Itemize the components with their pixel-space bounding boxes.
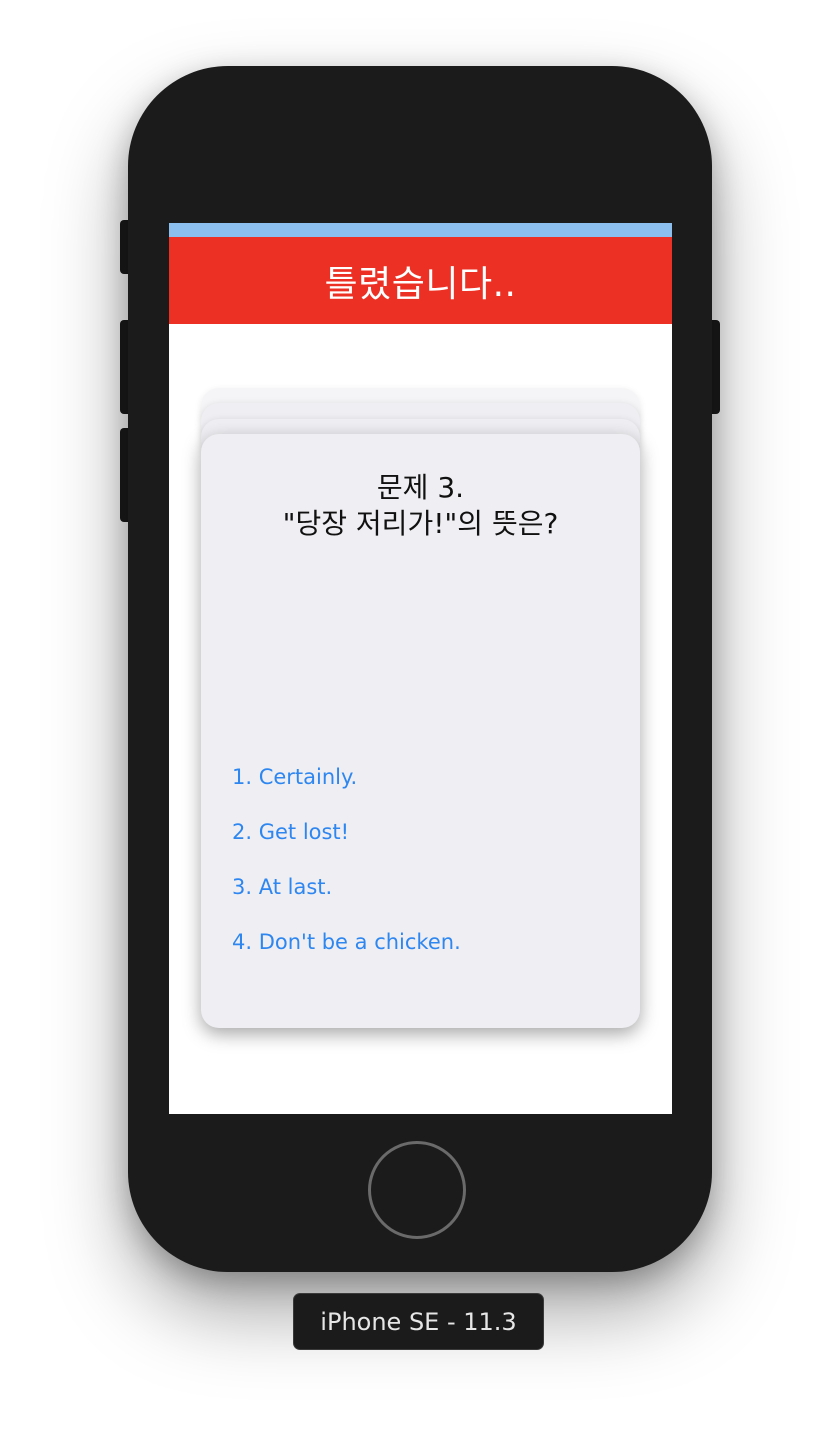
answer-option-3[interactable]: 3. At last.	[232, 874, 461, 929]
status-bar	[169, 223, 672, 237]
question-number: 문제 3.	[376, 471, 465, 504]
answer-option-2[interactable]: 2. Get lost!	[232, 819, 461, 874]
question-card: 문제 3. "당장 저리가!"의 뜻은? 1. Certainly. 2. Ge…	[201, 434, 640, 1028]
answer-option-4[interactable]: 4. Don't be a chicken.	[232, 929, 461, 984]
result-title: 틀렸습니다..	[324, 263, 517, 305]
app-screen: 틀렸습니다.. 문제 3. "당장 저리가!"의 뜻은? 1. Certainl…	[169, 223, 672, 1114]
answer-options: 1. Certainly. 2. Get lost! 3. At last. 4…	[232, 764, 461, 984]
result-header: 틀렸습니다..	[169, 237, 672, 324]
device-label: iPhone SE - 11.3	[293, 1293, 544, 1350]
answer-option-1[interactable]: 1. Certainly.	[232, 764, 461, 819]
home-button[interactable]	[368, 1141, 466, 1239]
question-text: "당장 저리가!"의 뜻은?	[282, 507, 559, 540]
